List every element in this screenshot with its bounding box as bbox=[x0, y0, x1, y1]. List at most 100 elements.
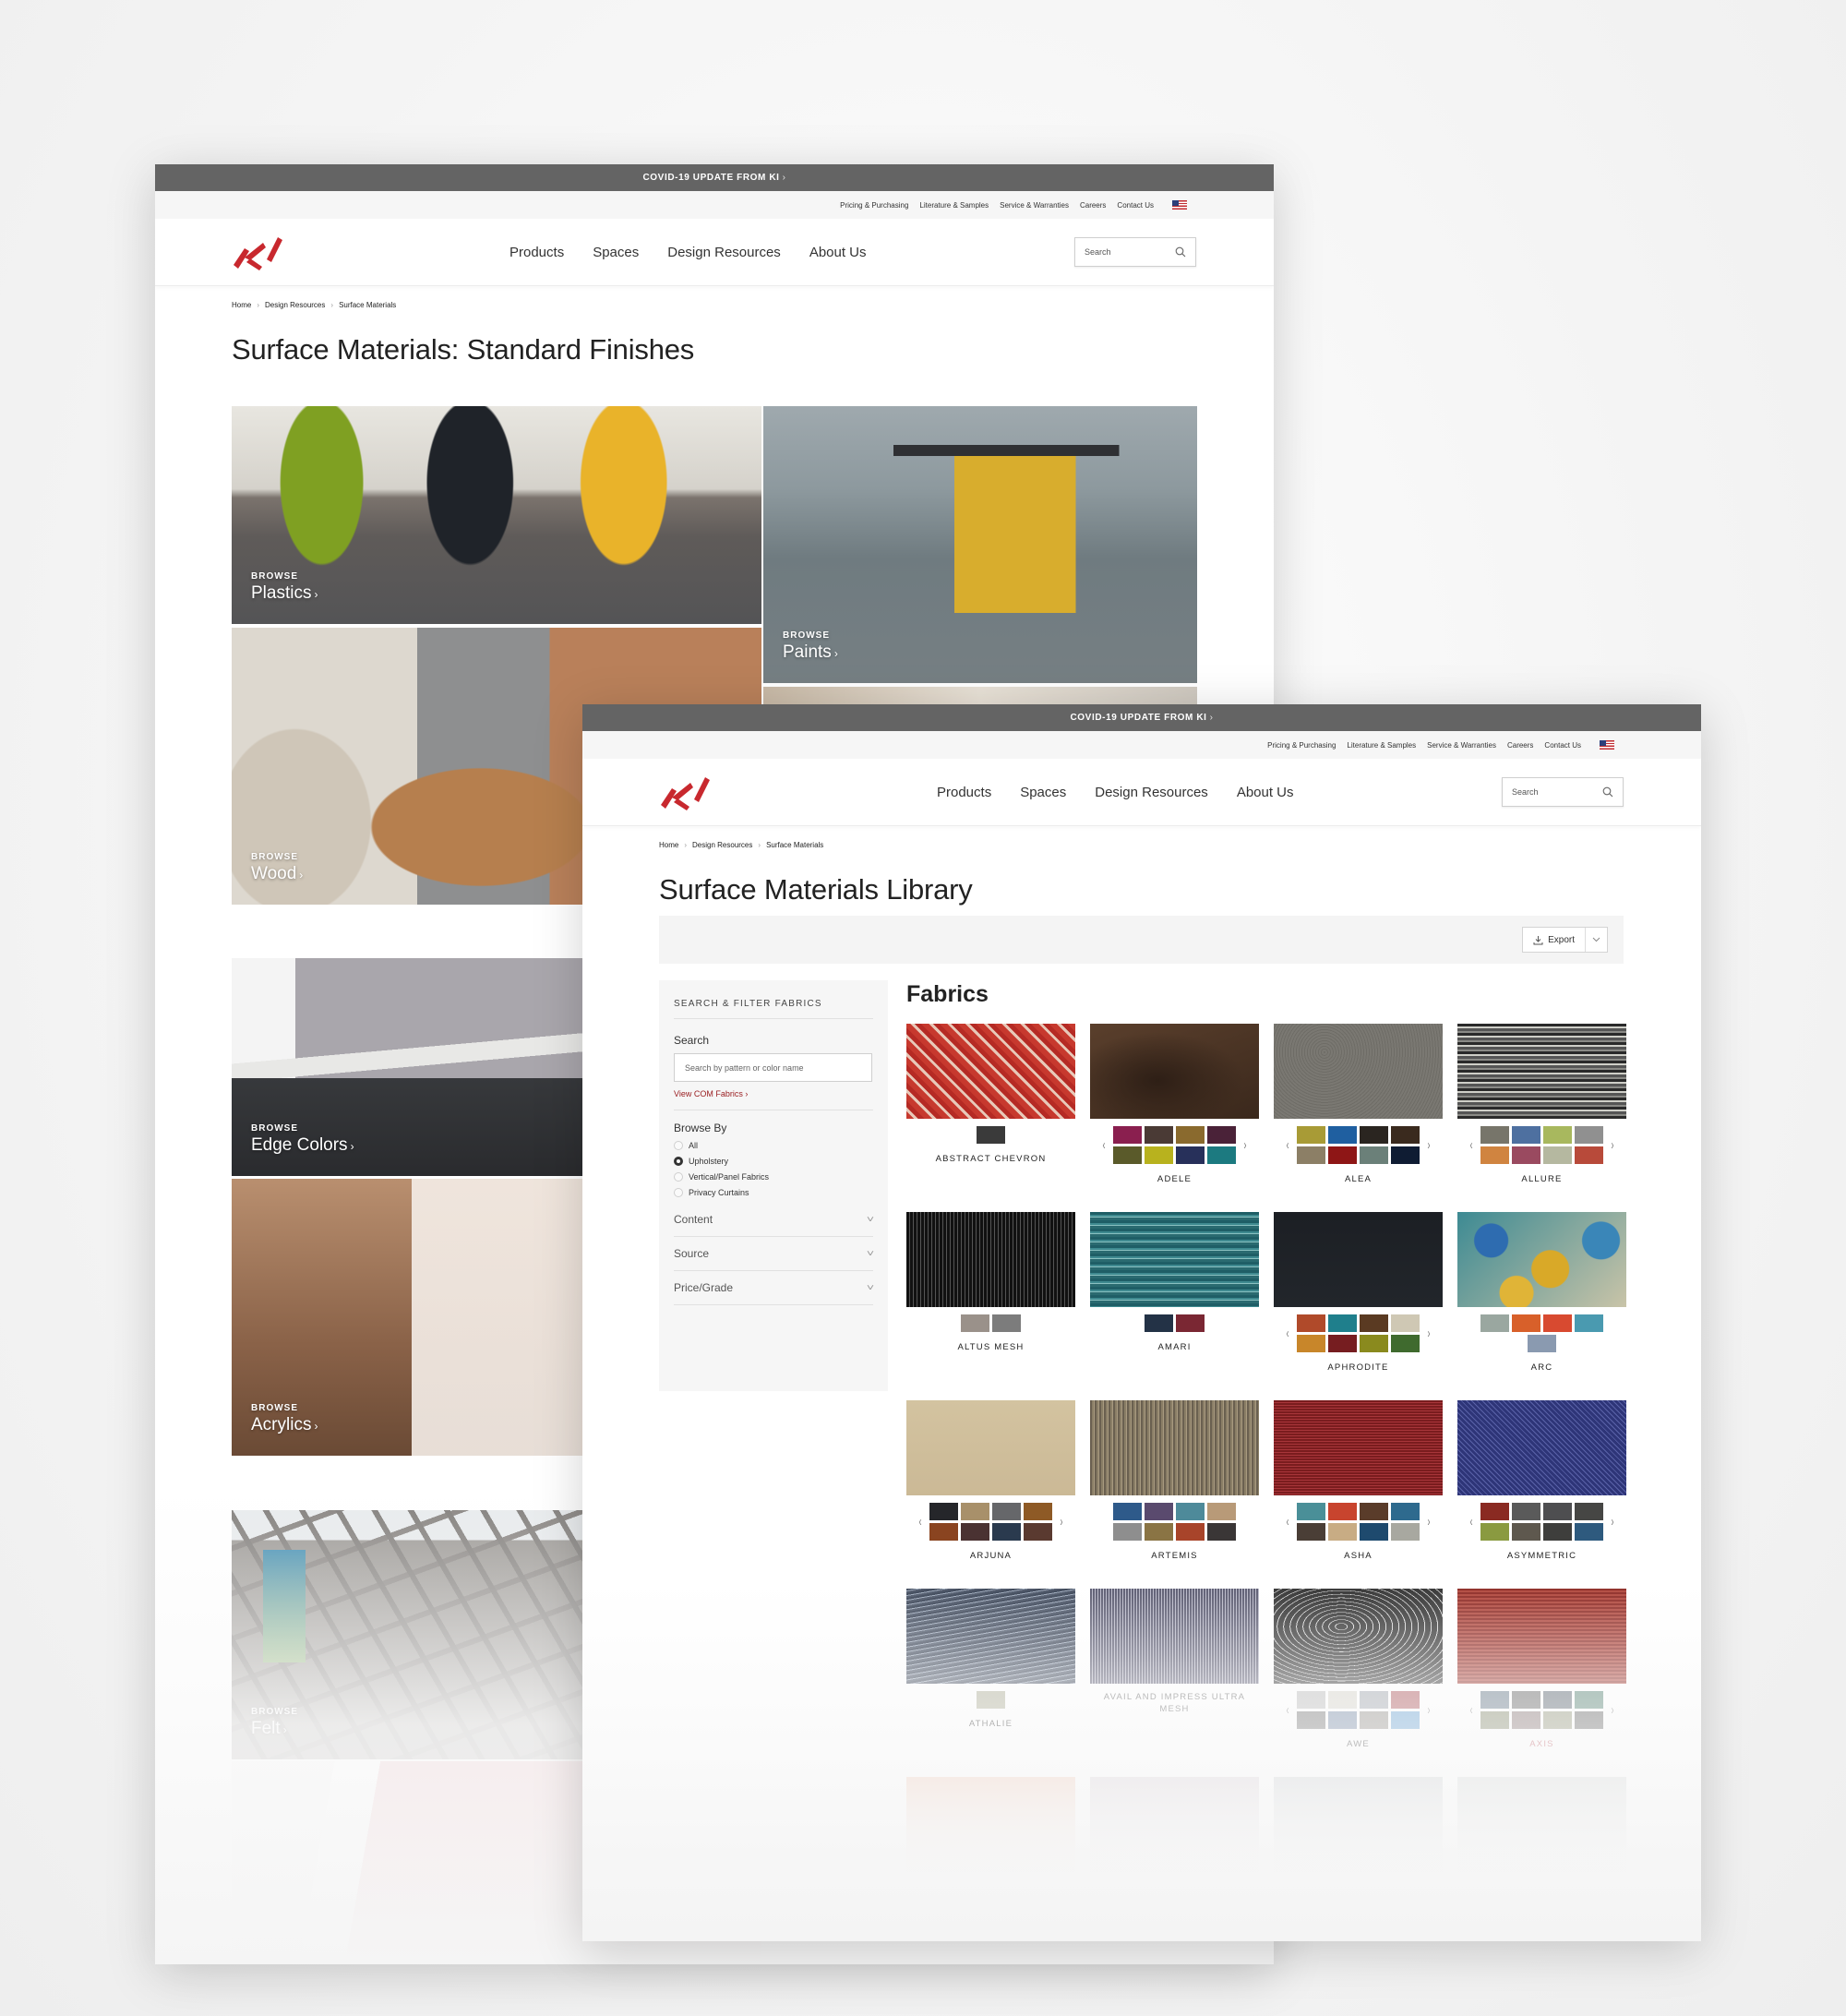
color-swatch[interactable] bbox=[1480, 1314, 1509, 1332]
fabric-image[interactable] bbox=[906, 1589, 1075, 1684]
chevron-left-icon[interactable]: ‹ bbox=[917, 1514, 923, 1530]
fabric-name[interactable]: ALEA bbox=[1345, 1173, 1372, 1185]
fabric-name[interactable]: ARC bbox=[1531, 1362, 1553, 1374]
color-swatch[interactable] bbox=[1543, 1314, 1572, 1332]
browse-option[interactable]: All bbox=[674, 1141, 873, 1150]
fabric-image[interactable] bbox=[1457, 1212, 1626, 1307]
header-search-input[interactable]: Search bbox=[1502, 777, 1624, 807]
color-swatch[interactable] bbox=[1328, 1503, 1357, 1520]
color-swatch[interactable] bbox=[1207, 1126, 1236, 1144]
color-swatch[interactable] bbox=[1543, 1691, 1572, 1709]
color-swatch[interactable] bbox=[1176, 1523, 1205, 1541]
color-swatch[interactable] bbox=[1391, 1711, 1420, 1729]
ki-logo[interactable] bbox=[659, 772, 711, 816]
color-swatch[interactable] bbox=[1575, 1711, 1603, 1729]
covid-banner[interactable]: COVID-19 UPDATE FROM KI › bbox=[155, 164, 1274, 191]
chevron-right-icon[interactable]: › bbox=[1609, 1702, 1615, 1718]
accordion-source[interactable]: Source ˅ bbox=[674, 1237, 874, 1271]
color-swatch[interactable] bbox=[1145, 1314, 1173, 1332]
color-swatch[interactable] bbox=[1360, 1523, 1388, 1541]
fabric-image[interactable] bbox=[906, 1024, 1075, 1119]
nav-design-resources[interactable]: Design Resources bbox=[667, 245, 781, 260]
fabric-name[interactable]: AXIS bbox=[1529, 1738, 1553, 1750]
color-swatch[interactable] bbox=[1360, 1335, 1388, 1352]
color-swatch[interactable] bbox=[1297, 1691, 1325, 1709]
color-swatch[interactable] bbox=[1113, 1126, 1142, 1144]
color-swatch[interactable] bbox=[1360, 1711, 1388, 1729]
color-swatch[interactable] bbox=[961, 1503, 989, 1520]
color-swatch[interactable] bbox=[1512, 1691, 1540, 1709]
nav-about-us[interactable]: About Us bbox=[809, 245, 867, 260]
color-swatch[interactable] bbox=[929, 1503, 958, 1520]
color-swatch[interactable] bbox=[1297, 1523, 1325, 1541]
color-swatch[interactable] bbox=[1113, 1146, 1142, 1164]
color-swatch[interactable] bbox=[1512, 1523, 1540, 1541]
fabric-image[interactable] bbox=[1457, 1400, 1626, 1495]
color-swatch[interactable] bbox=[1528, 1335, 1556, 1352]
chevron-left-icon[interactable]: ‹ bbox=[1468, 1137, 1474, 1153]
breadcrumb-home[interactable]: Home bbox=[659, 841, 678, 849]
color-swatch[interactable] bbox=[961, 1314, 989, 1332]
color-swatch[interactable] bbox=[1207, 1146, 1236, 1164]
color-swatch[interactable] bbox=[1328, 1711, 1357, 1729]
fabric-image[interactable] bbox=[1457, 1777, 1626, 1872]
utility-link-service[interactable]: Service & Warranties bbox=[1000, 201, 1069, 210]
us-flag-icon[interactable] bbox=[1172, 200, 1187, 210]
fabric-image[interactable] bbox=[1090, 1212, 1259, 1307]
us-flag-icon[interactable] bbox=[1600, 740, 1614, 750]
color-swatch[interactable] bbox=[1512, 1146, 1540, 1164]
color-swatch[interactable] bbox=[1328, 1335, 1357, 1352]
chevron-left-icon[interactable]: ‹ bbox=[1284, 1326, 1290, 1341]
fabric-image[interactable] bbox=[1457, 1589, 1626, 1684]
color-swatch[interactable] bbox=[1543, 1523, 1572, 1541]
utility-link-pricing[interactable]: Pricing & Purchasing bbox=[1267, 741, 1336, 750]
utility-link-service[interactable]: Service & Warranties bbox=[1427, 741, 1496, 750]
nav-products[interactable]: Products bbox=[509, 245, 564, 260]
radio-button[interactable] bbox=[674, 1172, 683, 1182]
fabric-image[interactable] bbox=[906, 1777, 1075, 1872]
color-swatch[interactable] bbox=[1575, 1126, 1603, 1144]
color-swatch[interactable] bbox=[992, 1314, 1021, 1332]
color-swatch[interactable] bbox=[1145, 1126, 1173, 1144]
color-swatch[interactable] bbox=[1328, 1146, 1357, 1164]
color-swatch[interactable] bbox=[1543, 1503, 1572, 1520]
color-swatch[interactable] bbox=[1297, 1711, 1325, 1729]
chevron-left-icon[interactable]: ‹ bbox=[1468, 1702, 1474, 1718]
tile-paints[interactable]: BROWSE Paints › bbox=[763, 406, 1197, 683]
color-swatch[interactable] bbox=[1543, 1146, 1572, 1164]
fabric-name[interactable]: ARJUNA bbox=[970, 1550, 1012, 1562]
search-icon[interactable] bbox=[1175, 246, 1186, 258]
browse-option[interactable]: Vertical/Panel Fabrics bbox=[674, 1172, 873, 1182]
breadcrumb-home[interactable]: Home bbox=[232, 301, 251, 309]
color-swatch[interactable] bbox=[1328, 1523, 1357, 1541]
breadcrumb-design-resources[interactable]: Design Resources bbox=[692, 841, 752, 849]
radio-button[interactable] bbox=[674, 1188, 683, 1197]
fabric-image[interactable] bbox=[1274, 1024, 1443, 1119]
fabric-name[interactable]: AWE bbox=[1347, 1738, 1370, 1750]
color-swatch[interactable] bbox=[992, 1503, 1021, 1520]
utility-link-pricing[interactable]: Pricing & Purchasing bbox=[840, 201, 908, 210]
chevron-right-icon[interactable]: › bbox=[1425, 1326, 1432, 1341]
chevron-left-icon[interactable]: ‹ bbox=[1468, 1514, 1474, 1530]
fabric-search-input[interactable] bbox=[674, 1053, 872, 1082]
color-swatch[interactable] bbox=[1480, 1126, 1509, 1144]
color-swatch[interactable] bbox=[1176, 1146, 1205, 1164]
color-swatch[interactable] bbox=[1575, 1523, 1603, 1541]
fabric-name[interactable]: AVAIL AND IMPRESS ULTRA MESH bbox=[1097, 1691, 1253, 1715]
color-swatch[interactable] bbox=[1575, 1146, 1603, 1164]
color-swatch[interactable] bbox=[1480, 1691, 1509, 1709]
color-swatch[interactable] bbox=[1391, 1126, 1420, 1144]
color-swatch[interactable] bbox=[1024, 1503, 1052, 1520]
color-swatch[interactable] bbox=[1575, 1503, 1603, 1520]
chevron-right-icon[interactable]: › bbox=[1058, 1514, 1064, 1530]
color-swatch[interactable] bbox=[1297, 1126, 1325, 1144]
chevron-left-icon[interactable]: ‹ bbox=[1100, 1137, 1107, 1153]
color-swatch[interactable] bbox=[1512, 1503, 1540, 1520]
header-search-input[interactable]: Search bbox=[1074, 237, 1196, 267]
chevron-left-icon[interactable]: ‹ bbox=[1284, 1137, 1290, 1153]
color-swatch[interactable] bbox=[1512, 1126, 1540, 1144]
color-swatch[interactable] bbox=[1391, 1691, 1420, 1709]
nav-design-resources[interactable]: Design Resources bbox=[1095, 785, 1208, 800]
color-swatch[interactable] bbox=[929, 1523, 958, 1541]
radio-button[interactable] bbox=[674, 1141, 683, 1150]
